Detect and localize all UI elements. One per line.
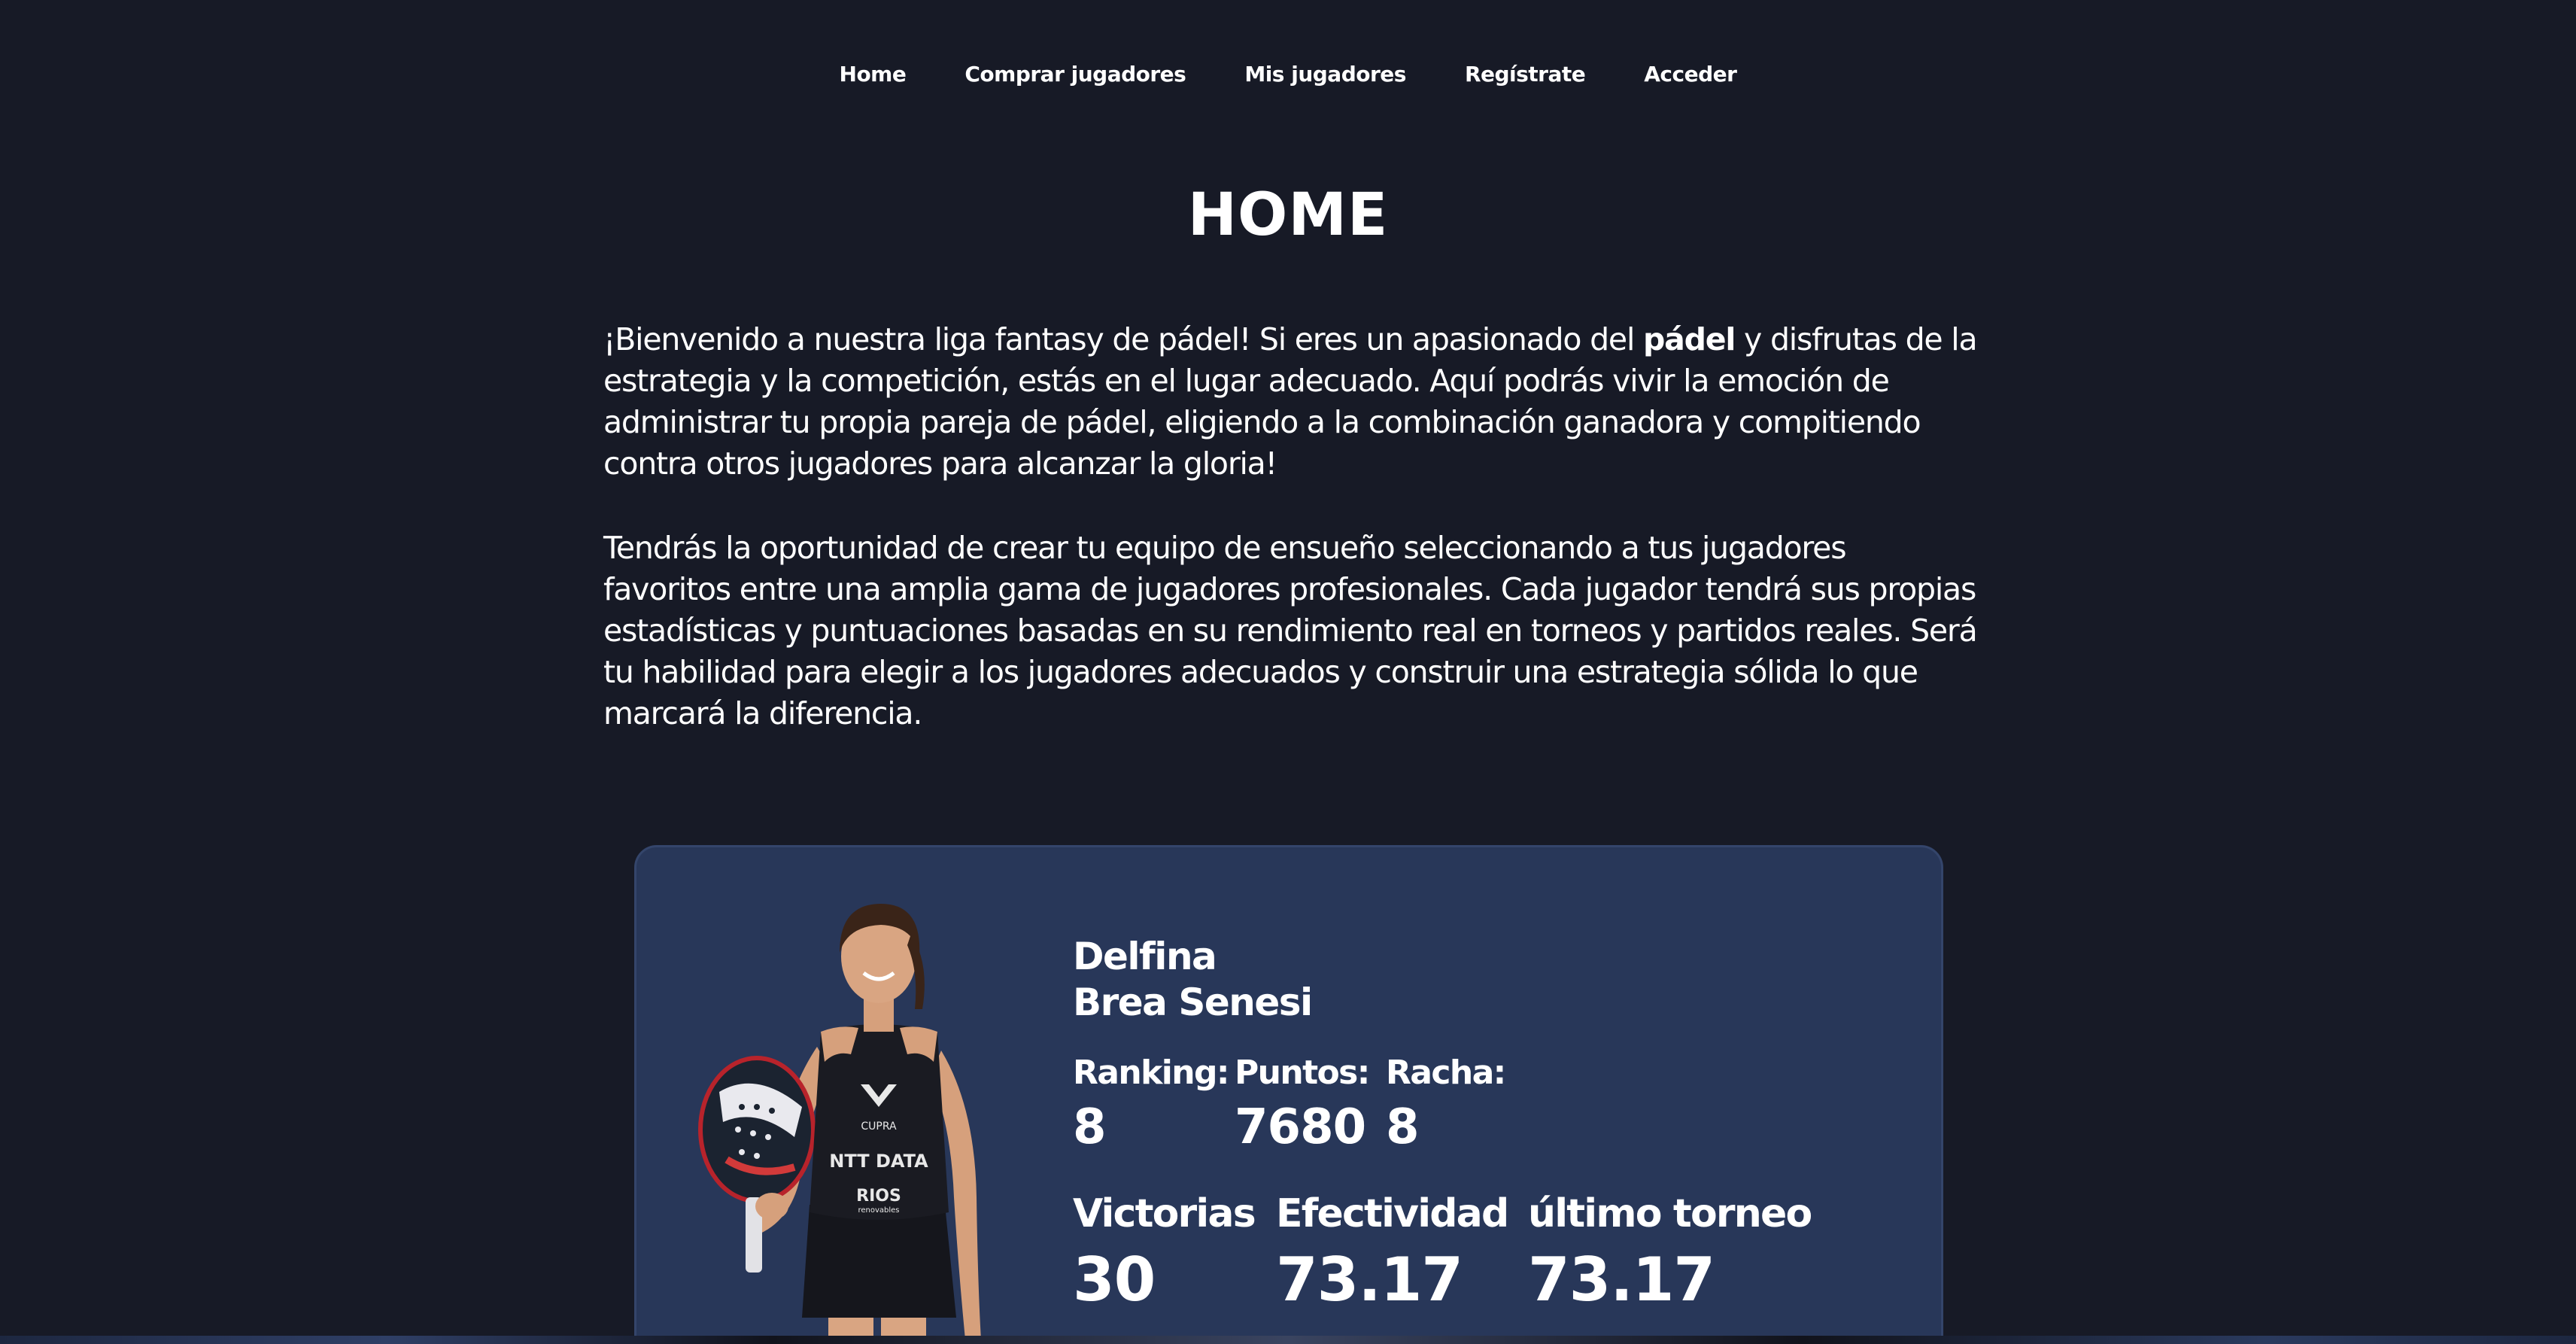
stat-wins-label: Victorias xyxy=(1073,1191,1256,1236)
stat-effectiveness-value: 73.17 xyxy=(1276,1245,1463,1315)
stat-effectiveness: Efectividad 73.17 xyxy=(1276,1190,1509,1316)
player-card[interactable]: CUPRA NTT DATA RIOS renovables Delfina B… xyxy=(634,845,1943,1336)
stat-streak-value: 8 xyxy=(1386,1099,1420,1155)
player-first-name: Delfina xyxy=(1073,935,1217,978)
nav-item-acceder[interactable]: Acceder xyxy=(1644,62,1737,87)
stat-points-value: 7680 xyxy=(1235,1099,1366,1155)
stat-last-tournament-label: último torneo xyxy=(1528,1191,1812,1236)
nav-item-home[interactable]: Home xyxy=(840,62,907,87)
jersey-sponsor2-text: RIOS xyxy=(856,1187,901,1206)
intro-p1-bold: pádel xyxy=(1642,321,1736,357)
nav-item-registrate[interactable]: Regístrate xyxy=(1465,62,1586,87)
background-strip xyxy=(0,1336,2576,1344)
stat-wins: Victorias 30 xyxy=(1073,1190,1256,1316)
intro-paragraph-1: ¡Bienvenido a nuestra liga fantasy de pá… xyxy=(603,319,1980,485)
intro-p1-start: ¡Bienvenido a nuestra liga fantasy de pá… xyxy=(603,321,1643,357)
stat-points-label: Puntos: xyxy=(1235,1054,1370,1092)
intro-text: ¡Bienvenido a nuestra liga fantasy de pá… xyxy=(603,319,1980,734)
intro-paragraph-2: Tendrás la oportunidad de crear tu equip… xyxy=(603,530,1978,731)
jersey-sponsor1-text: NTT DATA xyxy=(829,1151,928,1172)
jersey-brand-text: CUPRA xyxy=(861,1121,897,1133)
jersey-sponsor2-sub-text: renovables xyxy=(858,1206,899,1215)
main-nav: Home Comprar jugadores Mis jugadores Reg… xyxy=(0,56,2576,92)
stat-wins-value: 30 xyxy=(1073,1245,1156,1315)
page: Home Comprar jugadores Mis jugadores Reg… xyxy=(0,0,2576,1336)
player-name: Delfina Brea Senesi xyxy=(1073,934,1313,1026)
player-photo: CUPRA NTT DATA RIOS renovables xyxy=(698,904,981,1336)
stat-ranking: Ranking: 8 xyxy=(1073,1052,1229,1157)
stat-last-tournament-value: 73.17 xyxy=(1528,1245,1715,1315)
stat-streak-label: Racha: xyxy=(1386,1054,1506,1092)
nav-item-mis-jugadores[interactable]: Mis jugadores xyxy=(1244,62,1406,87)
stat-ranking-label: Ranking: xyxy=(1073,1054,1229,1092)
stat-ranking-value: 8 xyxy=(1073,1099,1107,1155)
player-last-name: Brea Senesi xyxy=(1073,981,1313,1024)
stat-effectiveness-label: Efectividad xyxy=(1276,1191,1509,1236)
stat-last-tournament: último torneo 73.17 xyxy=(1528,1190,1812,1316)
stat-streak: Racha: 8 xyxy=(1386,1052,1506,1157)
stat-points: Puntos: 7680 xyxy=(1235,1052,1370,1157)
nav-item-comprar-jugadores[interactable]: Comprar jugadores xyxy=(964,62,1186,87)
page-title: HOME xyxy=(1187,181,1389,249)
